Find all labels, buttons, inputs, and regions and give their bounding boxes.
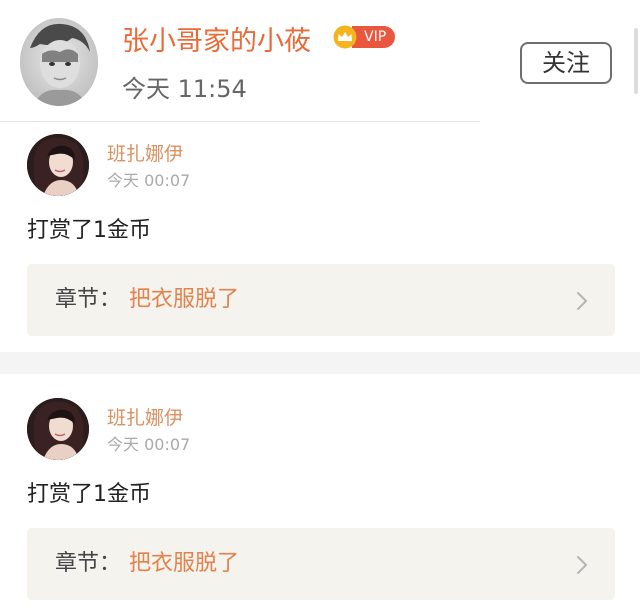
chapter-title: 把衣服脱了 [129, 287, 240, 312]
vip-badge: VIP [332, 25, 396, 49]
username[interactable]: 班扎娜伊 [107, 405, 183, 431]
chapter-title: 把衣服脱了 [129, 551, 240, 576]
chapter-prefix: 章节： [55, 287, 122, 312]
username[interactable]: 班扎娜伊 [107, 141, 183, 167]
entry-time: 今天 00:07 [107, 435, 191, 454]
author-avatar[interactable] [20, 18, 98, 106]
user-avatar[interactable] [27, 134, 89, 196]
user-avatar[interactable] [27, 398, 89, 460]
chevron-right-icon [577, 556, 587, 574]
reward-entry: 班扎娜伊 今天 00:07 打赏了1金币 章节： 把衣服脱了 [0, 374, 640, 612]
chapter-link[interactable]: 章节： 把衣服脱了 [27, 528, 615, 600]
entry-time: 今天 00:07 [107, 171, 191, 190]
chapter-link[interactable]: 章节： 把衣服脱了 [27, 264, 615, 336]
reward-entry: 班扎娜伊 今天 00:07 打赏了1金币 章节： 把衣服脱了 [0, 122, 640, 352]
chevron-right-icon [577, 292, 587, 310]
post-time: 今天 11:54 [122, 75, 247, 103]
vip-crown-icon [333, 25, 357, 49]
reward-message: 打赏了1金币 [27, 218, 151, 243]
follow-button[interactable]: 关注 [520, 42, 612, 84]
author-header: 张小哥家的小莜 VIP 今天 11:54 关注 [0, 0, 640, 122]
chapter-prefix: 章节： [55, 551, 122, 576]
author-name[interactable]: 张小哥家的小莜 [122, 24, 311, 60]
vip-label: VIP [352, 26, 396, 48]
section-divider [0, 352, 640, 374]
reward-message: 打赏了1金币 [27, 482, 151, 507]
